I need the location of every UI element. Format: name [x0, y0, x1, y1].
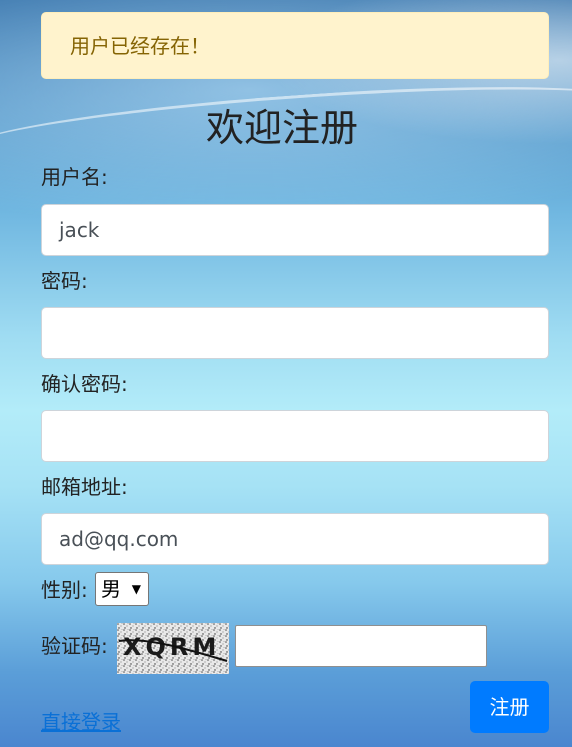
gender-select[interactable]: 男 ▼	[95, 572, 149, 606]
login-link[interactable]: 直接登录	[41, 708, 121, 736]
email-label: 邮箱地址:	[41, 475, 128, 499]
email-input[interactable]: ad@qq.com	[41, 513, 549, 565]
username-input[interactable]: jack	[41, 204, 549, 256]
confirm-password-label: 确认密码:	[41, 372, 128, 396]
dropdown-arrow-icon: ▼	[131, 582, 141, 596]
password-input[interactable]	[41, 307, 549, 359]
captcha-label: 验证码:	[41, 634, 108, 658]
captcha-image[interactable]: XQRM	[117, 623, 229, 674]
confirm-password-input[interactable]	[41, 410, 549, 462]
captcha-input[interactable]	[235, 625, 487, 667]
gender-label: 性别:	[41, 578, 88, 602]
gender-selected-value: 男	[101, 577, 121, 601]
register-button[interactable]: 注册	[470, 681, 549, 733]
page-title: 欢迎注册	[205, 106, 358, 150]
alert-message: 用户已经存在！	[70, 34, 210, 58]
alert-warning: 用户已经存在！	[41, 12, 549, 79]
password-label: 密码:	[41, 269, 88, 293]
captcha-text: XQRM	[123, 633, 220, 661]
username-label: 用户名:	[41, 165, 108, 189]
